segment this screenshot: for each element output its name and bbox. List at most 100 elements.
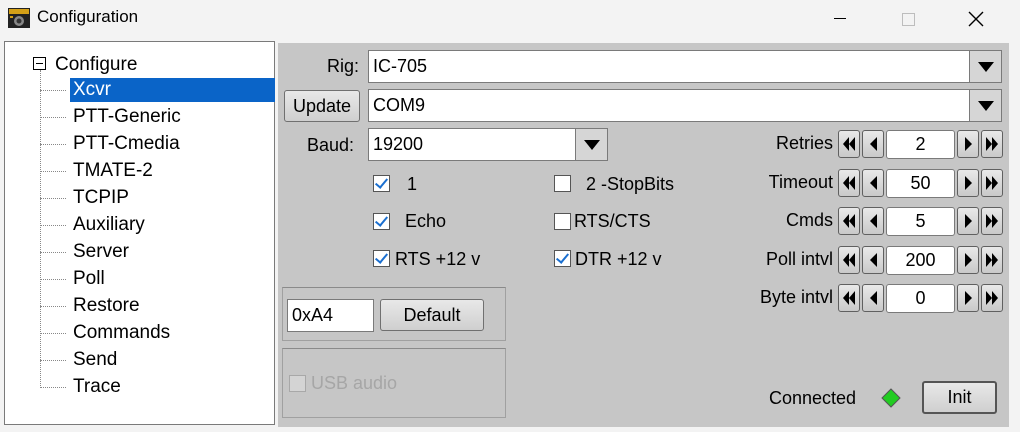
usb-audio-label: USB audio	[311, 373, 398, 393]
fast-decrement-icon[interactable]	[838, 130, 860, 158]
fast-decrement-icon[interactable]	[838, 207, 860, 235]
chevron-down-icon[interactable]	[575, 129, 607, 160]
dtr12v-checkbox[interactable]	[554, 250, 571, 267]
tree-item-auxiliary[interactable]: Auxiliary	[40, 213, 148, 237]
init-button[interactable]: Init	[922, 381, 997, 414]
retries-label: Retries	[775, 133, 833, 153]
tree-item-label: Xcvr	[70, 78, 275, 102]
tree-item-label: TMATE-2	[73, 160, 153, 181]
title-bar: Configuration	[0, 0, 1020, 38]
echo-checkbox[interactable]	[373, 213, 390, 230]
cmds-label: Cmds	[785, 210, 833, 230]
maximize-button[interactable]	[878, 0, 938, 38]
stopbits-2-checkbox[interactable]	[554, 175, 571, 192]
increment-icon[interactable]	[957, 130, 979, 158]
civ-address-input[interactable]	[287, 299, 374, 332]
cmds-value[interactable]: 5	[886, 207, 955, 236]
poll-intvl-value[interactable]: 200	[886, 245, 955, 275]
update-button[interactable]: Update	[284, 90, 360, 122]
tree-connector	[40, 386, 66, 388]
rtscts-checkbox[interactable]	[554, 213, 571, 230]
tree-connector	[40, 224, 66, 226]
fast-decrement-icon[interactable]	[838, 284, 860, 312]
tree-item-poll[interactable]: Poll	[40, 267, 108, 291]
increment-icon[interactable]	[957, 284, 979, 312]
baud-select[interactable]: 19200	[368, 128, 608, 161]
tree-item-restore[interactable]: Restore	[40, 294, 143, 318]
tree-item-label: PTT-Cmedia	[73, 133, 180, 154]
tree-item-label: Poll	[73, 268, 105, 289]
tree-item-server[interactable]: Server	[40, 240, 132, 264]
tree-connector	[40, 116, 66, 118]
collapse-expander-icon[interactable]	[33, 57, 46, 70]
tree-item-label: Trace	[73, 376, 121, 397]
tree-connector	[40, 332, 66, 334]
close-icon	[968, 11, 984, 27]
decrement-icon[interactable]	[862, 207, 884, 235]
configuration-window: Configuration Configure Xcvr PTT-Generic P…	[0, 0, 1020, 432]
timeout-label: Timeout	[768, 171, 833, 192]
tree-connector	[40, 359, 66, 361]
rts12v-checkbox[interactable]	[373, 250, 390, 267]
default-button[interactable]: Default	[380, 299, 484, 331]
tree-item-label: TCPIP	[73, 187, 129, 208]
usb-audio-checkbox	[289, 375, 306, 392]
fast-decrement-icon[interactable]	[838, 245, 860, 274]
close-button[interactable]	[946, 0, 1006, 38]
fast-decrement-icon[interactable]	[838, 168, 860, 197]
increment-icon[interactable]	[957, 207, 979, 235]
increment-icon[interactable]	[957, 168, 979, 197]
tree-item-xcvr[interactable]: Xcvr	[40, 78, 275, 102]
stopbits-1-checkbox[interactable]	[373, 175, 390, 192]
baud-value: 19200	[373, 134, 424, 154]
tree-connector	[40, 170, 66, 172]
decrement-icon[interactable]	[862, 284, 884, 312]
fast-increment-icon[interactable]	[981, 168, 1003, 197]
rts12v-label: RTS +12 v	[395, 249, 481, 269]
baud-label: Baud:	[307, 135, 355, 155]
tree-connector	[40, 278, 66, 280]
maximize-icon	[901, 12, 915, 26]
window-title: Configuration	[37, 7, 139, 26]
tree-item-commands[interactable]: Commands	[40, 321, 173, 345]
tree-item-tcpip[interactable]: TCPIP	[40, 186, 132, 210]
echo-label: Echo	[405, 211, 447, 231]
fast-increment-icon[interactable]	[981, 207, 1003, 235]
minimize-icon	[834, 18, 846, 19]
tree-item-label: PTT-Generic	[73, 106, 181, 127]
tree-item-ptt-generic[interactable]: PTT-Generic	[40, 105, 184, 129]
connection-status-label: Connected	[769, 388, 857, 408]
decrement-icon[interactable]	[862, 245, 884, 274]
tree-item-ptt-cmedia[interactable]: PTT-Cmedia	[40, 132, 183, 156]
dtr12v-label: DTR +12 v	[575, 249, 662, 269]
tree-connector	[40, 197, 66, 199]
tree-item-send[interactable]: Send	[40, 348, 120, 372]
tree-connector	[40, 143, 66, 145]
tree-item-tmate-2[interactable]: TMATE-2	[40, 159, 156, 183]
chevron-down-icon[interactable]	[969, 51, 1001, 82]
decrement-icon[interactable]	[862, 168, 884, 197]
tree-item-label: Auxiliary	[73, 214, 145, 235]
port-select[interactable]: COM9	[368, 89, 1002, 122]
retries-value[interactable]: 2	[886, 130, 955, 159]
tree-item-label: Commands	[73, 322, 171, 343]
rig-select[interactable]: IC-705	[368, 50, 1002, 83]
decrement-icon[interactable]	[862, 130, 884, 158]
fast-increment-icon[interactable]	[981, 130, 1003, 158]
byte-intvl-value[interactable]: 0	[886, 284, 955, 313]
tree-connector	[40, 305, 66, 307]
minimize-button[interactable]	[810, 0, 870, 38]
increment-icon[interactable]	[957, 245, 979, 274]
fast-increment-icon[interactable]	[981, 245, 1003, 274]
rig-value: IC-705	[373, 56, 428, 76]
chevron-down-icon[interactable]	[969, 90, 1001, 121]
rtscts-label: RTS/CTS	[574, 211, 651, 231]
tree-item-trace[interactable]: Trace	[40, 375, 124, 399]
fast-increment-icon[interactable]	[981, 284, 1003, 312]
tree-item-label: Restore	[73, 295, 140, 316]
port-value: COM9	[373, 95, 426, 115]
tree-root-configure[interactable]: Configure	[55, 54, 137, 76]
stopbits-2-label: 2 -StopBits	[586, 174, 675, 194]
timeout-value[interactable]: 50	[886, 168, 955, 198]
app-radio-icon	[8, 8, 30, 28]
